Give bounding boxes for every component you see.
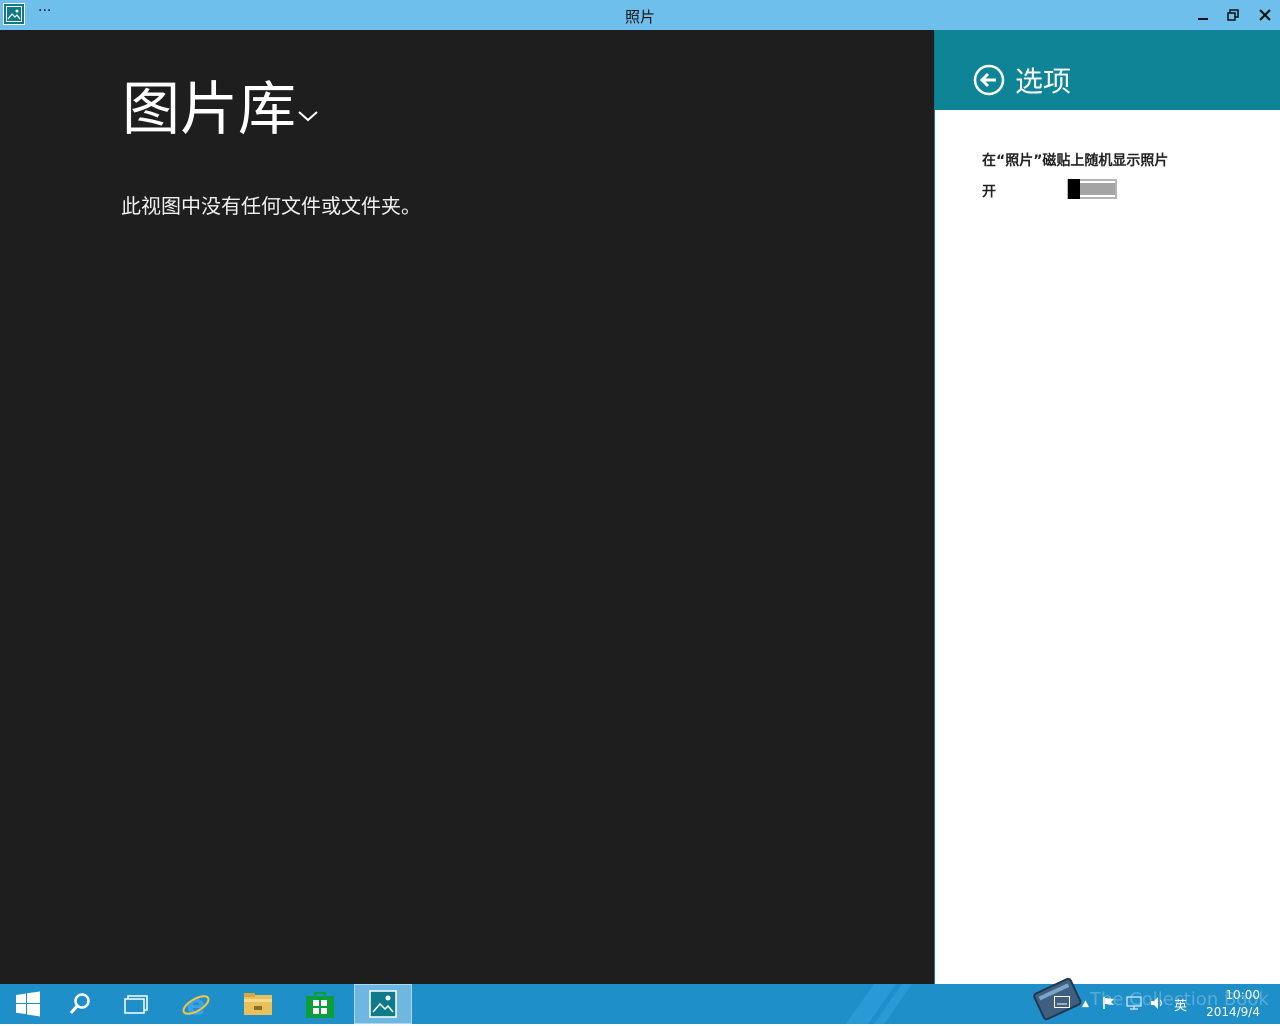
network-icon[interactable]	[1126, 996, 1142, 1014]
volume-icon[interactable]	[1150, 996, 1166, 1014]
clock-time: 10:00	[1225, 988, 1260, 1002]
minimize-icon	[1198, 18, 1208, 20]
show-hidden-icons-button[interactable]: ▲	[1082, 999, 1089, 1009]
taskbar: e The Collection Book ▲ 英 10:00 2014/9/4	[0, 977, 1280, 1024]
internet-explorer-icon: e	[182, 988, 210, 1020]
window-titlebar: ··· 照片	[0, 0, 1280, 30]
toggle-thumb[interactable]	[1068, 179, 1080, 199]
windows-logo-icon	[16, 991, 40, 1017]
svg-text:e: e	[187, 988, 206, 1020]
search-icon	[69, 993, 90, 1014]
store-icon	[306, 992, 334, 1018]
back-button[interactable]	[973, 64, 1005, 96]
toggle-state-label: 开	[982, 184, 996, 200]
search-button[interactable]	[52, 984, 108, 1024]
photos-icon	[369, 990, 397, 1018]
photos-taskbar-button[interactable]	[354, 984, 412, 1024]
start-button[interactable]	[0, 984, 56, 1024]
file-explorer-button[interactable]	[230, 984, 286, 1024]
shuffle-photos-setting-label: 在“照片”磁贴上随机显示照片	[982, 153, 1169, 169]
library-title[interactable]: 图片库	[122, 74, 296, 144]
folder-icon	[244, 993, 272, 1015]
close-button[interactable]	[1250, 0, 1280, 30]
back-arrow-icon	[973, 64, 1005, 96]
clock-date: 2014/9/4	[1206, 1005, 1260, 1019]
shuffle-photos-toggle[interactable]	[1067, 179, 1117, 199]
restore-icon	[1227, 9, 1239, 21]
options-panel: 选项 在“照片”磁贴上随机显示照片 开	[934, 30, 1280, 984]
task-view-icon	[124, 995, 148, 1014]
clock[interactable]: 10:00 2014/9/4	[1206, 987, 1260, 1021]
options-panel-header: 选项	[935, 30, 1280, 110]
internet-explorer-button[interactable]: e	[168, 984, 224, 1024]
window-title: 照片	[624, 8, 655, 26]
keyboard-icon[interactable]	[1054, 996, 1070, 1012]
system-tray: ▲ 英 10:00 2014/9/4	[1050, 984, 1280, 1024]
store-button[interactable]	[292, 984, 348, 1024]
restore-button[interactable]	[1218, 0, 1248, 30]
options-panel-title: 选项	[1015, 65, 1072, 98]
action-center-flag-icon[interactable]	[1102, 996, 1116, 1014]
close-icon	[1259, 9, 1271, 21]
input-method-indicator[interactable]: 英	[1174, 995, 1187, 1014]
task-view-button[interactable]	[108, 984, 164, 1024]
empty-view-message: 此视图中没有任何文件或文件夹。	[121, 194, 421, 218]
minimize-button[interactable]	[1188, 0, 1218, 30]
library-view: 图片库 此视图中没有任何文件或文件夹。	[0, 30, 934, 984]
chevron-down-icon	[298, 111, 318, 122]
library-dropdown-button[interactable]	[296, 106, 320, 126]
toggle-track	[1080, 183, 1115, 195]
